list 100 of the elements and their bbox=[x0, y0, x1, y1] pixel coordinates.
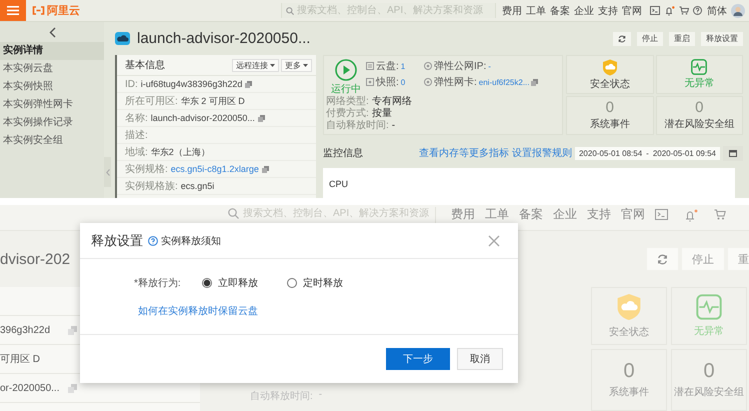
tile-label: 潜在风险安全组 bbox=[664, 118, 734, 131]
copy-icon[interactable] bbox=[68, 326, 77, 334]
terminal-icon[interactable] bbox=[650, 6, 660, 15]
detail-value: - bbox=[318, 389, 322, 402]
radio-button[interactable] bbox=[202, 278, 212, 288]
calendar-button[interactable] bbox=[723, 146, 743, 160]
detail-label: 自动释放时间: bbox=[326, 120, 389, 132]
nav-link[interactable]: 备案 bbox=[550, 4, 570, 18]
sidebar-item[interactable]: 实例详情 bbox=[0, 42, 104, 60]
tile-label: 系统事件 bbox=[609, 386, 649, 399]
nav-link[interactable]: 支持 bbox=[598, 4, 618, 18]
detail-value: 按量 bbox=[372, 108, 392, 120]
summary-tile[interactable]: 0 系统事件 bbox=[566, 96, 654, 135]
back-icon[interactable] bbox=[48, 26, 56, 38]
count-value: 0 bbox=[623, 361, 635, 381]
cart-icon[interactable] bbox=[679, 6, 689, 15]
dropdown-button[interactable]: 远程连接 bbox=[232, 58, 279, 72]
radio-button[interactable] bbox=[287, 278, 297, 288]
refresh-button[interactable] bbox=[647, 248, 678, 270]
nav-link[interactable]: 备案 bbox=[519, 207, 543, 221]
nav-link[interactable]: 费用 bbox=[502, 4, 522, 18]
close-icon[interactable] bbox=[488, 234, 500, 246]
resource-link[interactable]: - bbox=[488, 62, 491, 70]
help-icon[interactable] bbox=[148, 236, 158, 246]
field-value: ecs.gn5i bbox=[180, 181, 214, 191]
detail-label: 网络类型: bbox=[326, 96, 369, 108]
nav-link[interactable]: 企业 bbox=[574, 4, 594, 18]
nav-link[interactable]: 企业 bbox=[553, 207, 577, 221]
summary-tile[interactable]: 安全状态 bbox=[566, 55, 654, 94]
sidebar-item[interactable]: 本实例安全组 bbox=[0, 132, 104, 150]
copy-icon[interactable] bbox=[258, 114, 265, 122]
action-button[interactable]: 停止 bbox=[637, 32, 663, 46]
cancel-button[interactable]: 取消 bbox=[457, 348, 503, 370]
field-label: 描述: bbox=[125, 128, 148, 142]
menu-icon bbox=[7, 6, 19, 15]
tile-label: 潜在风险安全组 bbox=[674, 386, 744, 399]
resource-label: 弹性公网IP: bbox=[434, 60, 486, 73]
field-value: i-uf68tug4w38396g3h22d bbox=[140, 79, 242, 89]
bell-icon[interactable] bbox=[684, 209, 698, 222]
caret-icon bbox=[303, 64, 308, 66]
action-button[interactable]: 释放设置 bbox=[701, 32, 743, 46]
tile-label: 无异常 bbox=[694, 324, 724, 338]
copy-icon[interactable] bbox=[262, 166, 269, 172]
field-label: 实例规格: bbox=[125, 162, 168, 176]
sidebar-item[interactable]: 本实例云盘 bbox=[0, 60, 104, 78]
dialog-title: 释放设置 bbox=[91, 232, 143, 250]
count-value: 0 bbox=[695, 100, 704, 116]
collapse-handle[interactable] bbox=[104, 157, 111, 187]
monitor-link[interactable]: 设置报警规则 bbox=[512, 146, 572, 160]
nav-link[interactable]: 官网 bbox=[622, 4, 642, 18]
date-range-field[interactable]: 2020-05-01 08:54 - 2020-05-01 09:54 bbox=[574, 146, 720, 160]
help-icon[interactable] bbox=[693, 6, 702, 15]
count-value: 0 bbox=[606, 100, 614, 116]
cart-icon[interactable] bbox=[714, 209, 726, 220]
count-value: 0 bbox=[703, 361, 715, 381]
avatar-icon[interactable] bbox=[731, 4, 745, 18]
copy-icon[interactable] bbox=[531, 78, 538, 86]
search-icon bbox=[286, 6, 294, 14]
field-value: 华东2（上海） bbox=[150, 146, 210, 158]
terminal-icon[interactable] bbox=[655, 209, 668, 220]
help-link[interactable]: 如何在实例释放时保留云盘 bbox=[138, 304, 518, 318]
sidebar-item[interactable]: 本实例弹性网卡 bbox=[0, 96, 104, 114]
sidebar-item[interactable]: 本实例快照 bbox=[0, 78, 104, 96]
summary-tile[interactable]: 0 潜在风险安全组 bbox=[656, 96, 743, 135]
shield-icon bbox=[616, 293, 642, 321]
spec-link[interactable]: ecs.gn5i-c8g1.2xlarge bbox=[170, 164, 259, 174]
refresh-button[interactable] bbox=[613, 32, 631, 46]
field-label: 名称: bbox=[125, 112, 148, 125]
nav-link[interactable]: 工单 bbox=[485, 207, 509, 221]
copy-icon[interactable] bbox=[245, 80, 252, 88]
bell-icon[interactable] bbox=[664, 6, 675, 16]
monitor-link[interactable]: 查看内存等更多指标 bbox=[418, 146, 509, 160]
field-label: 所在可用区: bbox=[125, 94, 178, 108]
sidebar-item[interactable]: 本实例操作记录 bbox=[0, 114, 104, 132]
nav-link[interactable]: 官网 bbox=[621, 207, 645, 221]
release-notice-link[interactable]: 实例释放须知 bbox=[161, 234, 221, 248]
pulse-icon bbox=[691, 59, 708, 75]
detail-value: - bbox=[392, 120, 396, 132]
nav-link[interactable]: 支持 bbox=[587, 207, 611, 221]
action-button[interactable]: 重启 bbox=[669, 32, 695, 46]
language-link[interactable]: 简体 bbox=[707, 4, 727, 18]
tile-label: 安全状态 bbox=[609, 326, 649, 339]
resource-link[interactable]: 0 bbox=[400, 78, 406, 86]
menu-button[interactable] bbox=[0, 0, 26, 21]
dropdown-button[interactable]: 更多 bbox=[281, 58, 312, 72]
next-button[interactable]: 下一步 bbox=[386, 348, 450, 370]
nav-link[interactable]: 工单 bbox=[526, 4, 546, 18]
search-icon bbox=[228, 208, 239, 219]
shield-icon bbox=[602, 58, 618, 76]
caret-icon bbox=[270, 64, 275, 66]
resource-link[interactable]: eni-uf6f25k2... bbox=[478, 78, 530, 86]
field-label: ID: bbox=[125, 78, 138, 90]
resource-link[interactable]: 1 bbox=[400, 62, 406, 70]
field-value: 华东 2 可用区 D bbox=[180, 94, 245, 108]
refresh-icon bbox=[657, 254, 668, 264]
tile-label: 无异常 bbox=[684, 76, 714, 90]
nav-link[interactable]: 费用 bbox=[451, 207, 475, 221]
running-status: 运行中 bbox=[331, 82, 361, 96]
field-value: or-2020050... bbox=[0, 382, 60, 394]
logo-text: 阿里云 bbox=[47, 4, 80, 18]
